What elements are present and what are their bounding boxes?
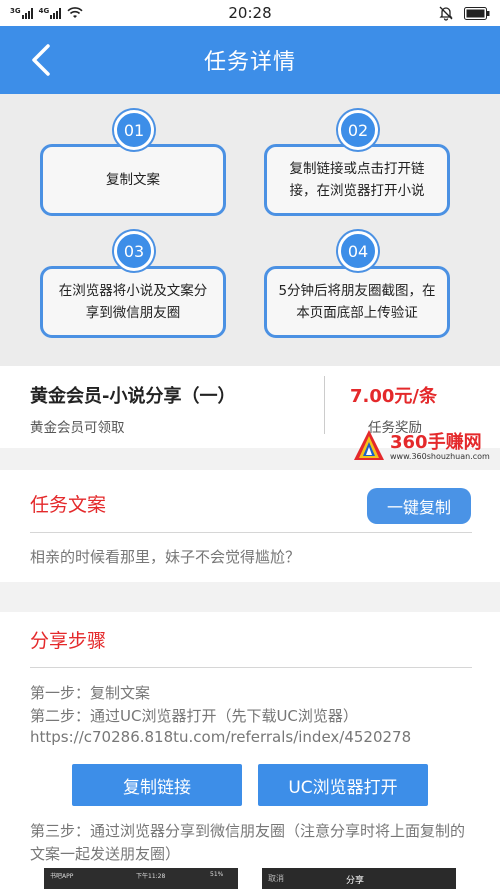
step-card-3: 在浏览器将小说及文案分享到微信朋友圈 [40, 266, 226, 338]
mute-bell-icon [439, 6, 453, 21]
thumb-share: 分享 [346, 876, 365, 886]
task-price: 7.00元/条 [350, 386, 437, 407]
divider [324, 376, 325, 434]
copy-link-button[interactable]: 复制链接 [72, 764, 242, 806]
share-step-2: 第二步：通过UC浏览器打开（先下载UC浏览器） [30, 707, 358, 725]
thumb-battery: 51% [210, 871, 224, 878]
wifi-icon [67, 7, 83, 18]
thumb-time: 下午11:28 [136, 873, 166, 880]
signal-bars-icon [50, 7, 62, 19]
step-card-2: 复制链接或点击打开链接，在浏览器打开小说 [264, 144, 450, 216]
step-number-3: 03 [114, 231, 154, 271]
watermark-url: www.360shouzhuan.com [390, 452, 490, 461]
share-step-3: 第三步：通过浏览器分享到微信朋友圈（注意分享时将上面复制的文案一起发送朋友圈） [30, 822, 466, 863]
share-section-title: 分享步骤 [30, 630, 107, 652]
task-subtitle: 黄金会员可领取 [30, 420, 125, 436]
status-icons [438, 5, 490, 21]
signal-3g: 3G [10, 7, 33, 19]
app-header: 任务详情 [0, 26, 500, 94]
example-screenshot-right: 取消 分享 [262, 868, 456, 889]
clock: 20:28 [228, 4, 272, 22]
back-arrow-icon[interactable] [28, 42, 58, 78]
task-title: 黄金会员-小说分享（一） [30, 386, 236, 407]
step-text: 在浏览器将小说及文案分享到微信朋友圈 [58, 283, 208, 321]
share-section: 分享步骤 第一步：复制文案 第二步：通过UC浏览器打开（先下载UC浏览器） ht… [0, 612, 500, 889]
signal-bars-icon [21, 7, 33, 19]
thumb-cancel: 取消 [268, 874, 284, 883]
page-title: 任务详情 [203, 50, 296, 75]
status-bar: 3G 4G 20:28 [0, 0, 500, 26]
watermark-text: 360手赚网 [390, 432, 482, 453]
step-number-2: 02 [338, 110, 378, 150]
watermark-triangle-icon [354, 430, 384, 460]
copy-section: 任务文案 一键复制 相亲的时候看那里，妹子不会觉得尴尬？ [0, 470, 500, 582]
page: 3G 4G 20:28 任务详情 复制文案 01 复制链接或点击打开链接，在浏览… [0, 0, 500, 889]
copy-text: 相亲的时候看那里，妹子不会觉得尴尬？ [30, 548, 301, 566]
example-screenshots: 书吧APP 下午11:28 51% 取消 分享 [0, 868, 500, 889]
step-number-1: 01 [114, 110, 154, 150]
step-text: 复制链接或点击打开链接，在浏览器打开小说 [289, 161, 425, 199]
share-step-1: 第一步：复制文案 [30, 684, 151, 702]
step-number-4: 04 [338, 231, 378, 271]
copy-all-button[interactable]: 一键复制 [367, 488, 471, 524]
divider [30, 532, 472, 533]
network-indicators: 3G 4G [10, 7, 83, 19]
thumb-app-label: 书吧APP [50, 873, 74, 880]
step-text: 5分钟后将朋友圈截图，在本页面底部上传验证 [278, 283, 436, 321]
divider [30, 667, 472, 668]
copy-section-title: 任务文案 [30, 494, 107, 516]
step-card-4: 5分钟后将朋友圈截图，在本页面底部上传验证 [264, 266, 450, 338]
share-link[interactable]: https://c70286.818tu.com/referrals/index… [30, 728, 411, 746]
example-screenshot-left: 书吧APP 下午11:28 51% [44, 868, 238, 889]
watermark-logo: 360手赚网 www.360shouzhuan.com [352, 426, 500, 466]
steps-panel: 复制文案 01 复制链接或点击打开链接，在浏览器打开小说 02 在浏览器将小说及… [0, 94, 500, 366]
step-text: 复制文案 [106, 172, 160, 188]
battery-icon [464, 6, 490, 20]
uc-open-button[interactable]: UC浏览器打开 [258, 764, 428, 806]
step-card-1: 复制文案 [40, 144, 226, 216]
signal-4g: 4G [39, 7, 62, 19]
